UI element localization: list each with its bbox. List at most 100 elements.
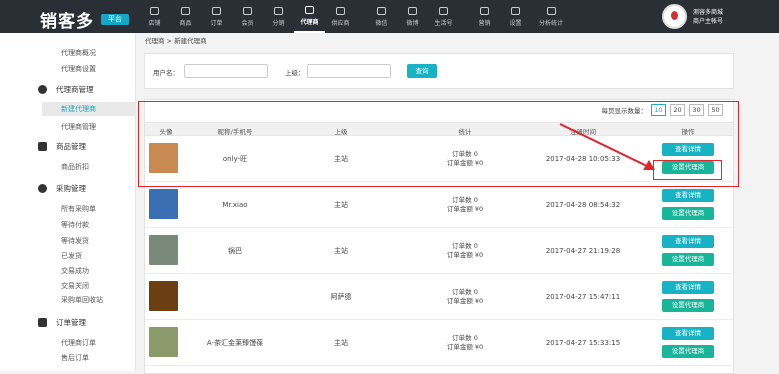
user-role: 商户主帐号 — [693, 17, 724, 25]
sidebar-item-shipped[interactable]: 已发货 — [61, 251, 82, 261]
table-row: Mr.xiao 主站 订单数 0 订单金额 ¥0 2017-04-28 08:54:32… — [145, 183, 733, 228]
user-menu[interactable]: 测容多商城 商户主帐号 — [662, 4, 723, 29]
sidebar-group-order-management: 订单管理 — [38, 317, 86, 328]
username-input[interactable] — [184, 64, 268, 78]
nav-label: 分析统计 — [538, 19, 563, 27]
order-count: 订单数 0 — [452, 196, 478, 204]
sidebar-group-label: 采购管理 — [56, 184, 86, 193]
top-navbar: 销客多 平台 店铺 商品 订单 会员 分销 代理商 供应商 微信 微博 生活号 … — [0, 0, 779, 33]
agent-reg-time: 2017-04-27 15:33:15 — [545, 339, 621, 347]
grid-icon — [38, 142, 47, 151]
weibo-icon — [408, 6, 417, 15]
nav-marketing[interactable]: 营销 — [469, 0, 500, 33]
order-amount: 订单金额 ¥0 — [446, 251, 484, 259]
set-agent-button[interactable]: 设置代理商 — [662, 299, 714, 312]
nav-label: 代理商 — [300, 18, 319, 26]
marketing-icon — [480, 6, 489, 15]
username-label: 用户名： — [153, 69, 179, 77]
distribution-icon — [274, 6, 283, 15]
sidebar-item-recycle-bin[interactable]: 采购单回收站 — [61, 295, 103, 305]
sidebar-item-agent-manage[interactable]: 代理商管理 — [61, 122, 96, 132]
nav-label: 订单 — [210, 19, 223, 27]
agent-avatar — [149, 281, 178, 311]
nav-label: 会员 — [241, 19, 254, 27]
order-icon — [212, 6, 221, 15]
nav-label: 商品 — [179, 19, 192, 27]
sidebar-group-label: 订单管理 — [56, 318, 86, 327]
sidebar-item-await-shipping[interactable]: 等待发货 — [61, 236, 89, 246]
breadcrumb: 代理商 > 新建代理商 — [145, 37, 207, 45]
sidebar-item-agent-orders[interactable]: 代理商订单 — [61, 338, 96, 348]
member-icon — [243, 6, 252, 15]
nav-supplier[interactable]: 供应商 — [325, 0, 356, 33]
agent-nickname: 锅巴 — [228, 247, 242, 255]
table-row: 阿萨德 订单数 0 订单金额 ¥0 2017-04-27 15:47:11 查看详情设置… — [145, 275, 733, 320]
order-amount: 订单金额 ¥0 — [446, 205, 484, 213]
order-count: 订单数 0 — [452, 288, 478, 296]
life-icon — [439, 6, 448, 15]
agent-reg-time: 2017-04-27 15:47:11 — [545, 293, 621, 301]
view-details-button[interactable]: 查看详情 — [662, 281, 714, 294]
agent-parent: 阿萨德 — [330, 293, 352, 301]
sidebar-item-new-agent[interactable]: 新建代理商 — [42, 102, 136, 116]
nav-goods[interactable]: 商品 — [170, 0, 201, 33]
agent-stats: 订单数 0 订单金额 ¥0 — [447, 334, 483, 352]
sidebar-item-await-payment[interactable]: 等待付款 — [61, 220, 89, 230]
sidebar-item-success[interactable]: 交易成功 — [61, 266, 89, 276]
nav-weibo[interactable]: 微博 — [397, 0, 428, 33]
sidebar-item-goods-discount[interactable]: 商品折扣 — [61, 162, 89, 172]
sidebar-group-agent-management: 代理商管理 — [38, 84, 94, 95]
agent-parent: 主站 — [334, 339, 348, 347]
nav-label: 生活号 — [434, 19, 453, 27]
agent-nickname: Mr.xiao — [222, 201, 248, 209]
chart-icon — [546, 6, 556, 15]
nav-members[interactable]: 会员 — [232, 0, 263, 33]
nav-life[interactable]: 生活号 — [428, 0, 459, 33]
agent-stats: 订单数 0 订单金额 ¥0 — [447, 288, 483, 306]
agent-parent: 主站 — [334, 201, 348, 209]
agent-avatar — [149, 189, 178, 219]
sidebar-item-agent-overview[interactable]: 代理商概况 — [61, 48, 96, 58]
agent-icon — [305, 5, 314, 14]
sidebar-item-all-purchase[interactable]: 所有采购单 — [61, 204, 96, 214]
view-details-button[interactable]: 查看详情 — [662, 327, 714, 340]
order-amount: 订单金额 ¥0 — [446, 297, 484, 305]
search-button[interactable]: 查询 — [407, 64, 437, 78]
user-icon — [38, 85, 47, 94]
nav-analytics[interactable]: 分析统计 — [531, 0, 571, 33]
table-row: A-茶汇金莱臻馒葆 主站 订单数 0 订单金额 ¥0 2017-04-27 15:33:… — [145, 321, 733, 366]
set-agent-button[interactable]: 设置代理商 — [662, 207, 714, 220]
gear-icon — [511, 6, 520, 15]
nav-label: 微博 — [406, 19, 419, 27]
bag-icon — [181, 6, 190, 15]
nav-distribution[interactable]: 分销 — [263, 0, 294, 33]
table-row: 锅巴 主站 订单数 0 订单金额 ¥0 2017-04-27 21:19:28 查看详情设… — [145, 229, 733, 274]
agent-avatar — [149, 327, 178, 357]
cart-icon — [38, 184, 47, 193]
annotation-arrow — [559, 123, 655, 170]
sidebar-item-closed[interactable]: 交易关闭 — [61, 281, 89, 291]
nav-label: 店铺 — [148, 19, 161, 27]
sidebar-item-agent-settings[interactable]: 代理商设置 — [61, 64, 96, 74]
set-agent-button[interactable]: 设置代理商 — [662, 345, 714, 358]
nav-orders[interactable]: 订单 — [201, 0, 232, 33]
agent-nickname: A-茶汇金莱臻馒葆 — [206, 339, 264, 347]
avatar — [662, 4, 687, 29]
nav-agent[interactable]: 代理商 — [294, 0, 325, 33]
agent-stats: 订单数 0 订单金额 ¥0 — [447, 196, 483, 214]
view-details-button[interactable]: 查看详情 — [662, 235, 714, 248]
set-agent-button[interactable]: 设置代理商 — [662, 253, 714, 266]
view-details-button[interactable]: 查看详情 — [662, 189, 714, 202]
nav-store[interactable]: 店铺 — [139, 0, 170, 33]
sidebar-item-aftersale-orders[interactable]: 售后订单 — [61, 353, 89, 363]
nav-settings[interactable]: 设置 — [500, 0, 531, 33]
agent-stats: 订单数 0 订单金额 ¥0 — [447, 242, 483, 260]
sidebar-group-label: 代理商管理 — [56, 85, 94, 94]
nav-wechat[interactable]: 微信 — [366, 0, 397, 33]
main-nav: 店铺 商品 订单 会员 分销 代理商 供应商 微信 微博 生活号 营销 设置 分… — [139, 0, 571, 33]
logo[interactable]: 销客多 平台 — [40, 7, 130, 32]
order-count: 订单数 0 — [452, 334, 478, 342]
parent-input[interactable] — [307, 64, 391, 78]
logo-text: 销客多 — [40, 12, 94, 32]
sidebar: 代理商概况 代理商设置 代理商管理 新建代理商 代理商管理 商品管理 商品折扣 … — [0, 33, 136, 371]
